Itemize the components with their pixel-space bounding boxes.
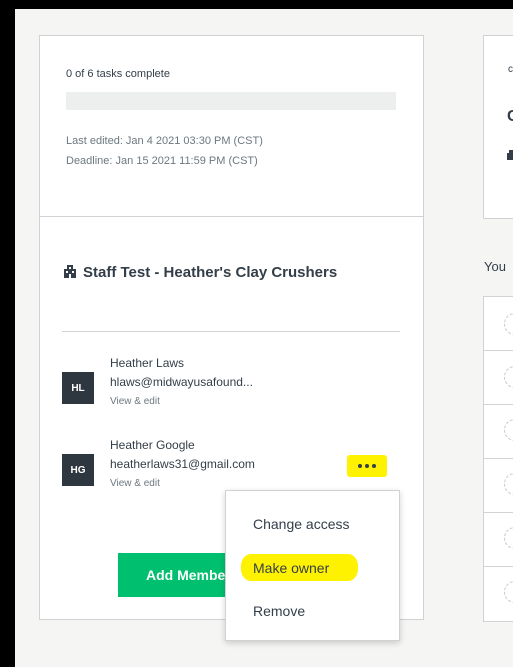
right-card-title: C xyxy=(507,108,513,125)
member-context-menu: Change access Make owner Remove xyxy=(225,490,400,641)
window-frame-top xyxy=(0,0,513,9)
right-list-card xyxy=(483,296,513,622)
right-card: c C xyxy=(483,35,513,219)
row-divider xyxy=(484,458,513,459)
menu-item-label: Change access xyxy=(253,516,350,532)
task-checkbox[interactable] xyxy=(504,473,513,495)
deadline-text: Deadline: Jan 15 2021 11:59 PM (CST) xyxy=(66,155,258,167)
task-checkbox[interactable] xyxy=(504,419,513,441)
right-card-label: c xyxy=(508,64,513,75)
progress-text: 0 of 6 tasks complete xyxy=(66,68,170,80)
more-horizontal-icon xyxy=(365,464,369,468)
card-divider xyxy=(40,216,423,217)
team-title: Staff Test - Heather's Clay Crushers xyxy=(62,260,362,285)
last-edited-text: Last edited: Jan 4 2021 03:30 PM (CST) xyxy=(66,135,263,147)
team-title-text: Staff Test - Heather's Clay Crushers xyxy=(83,264,338,281)
building-icon xyxy=(507,150,513,160)
task-checkbox[interactable] xyxy=(504,366,513,388)
building-icon xyxy=(64,265,76,278)
row-divider xyxy=(484,404,513,405)
member-email: hlaws@midwayusafound... xyxy=(110,375,253,389)
member-email: heatherlaws31@gmail.com xyxy=(110,457,255,471)
view-edit-link[interactable]: View & edit xyxy=(110,396,160,407)
right-section-heading: You xyxy=(484,259,506,274)
window-frame-left xyxy=(0,0,15,667)
row-divider xyxy=(484,566,513,567)
task-checkbox[interactable] xyxy=(504,527,513,549)
row-divider xyxy=(484,350,513,351)
member-name: Heather Laws xyxy=(110,356,185,370)
task-checkbox[interactable] xyxy=(504,581,513,603)
more-options-button[interactable] xyxy=(347,455,387,477)
member-name: Heather Google xyxy=(110,438,195,452)
avatar: HG xyxy=(62,454,94,486)
progress-bar xyxy=(66,92,396,110)
menu-item-label: Make owner xyxy=(253,560,330,576)
menu-item-make-owner[interactable]: Make owner xyxy=(226,553,399,583)
team-divider xyxy=(62,331,400,332)
more-horizontal-icon xyxy=(372,464,376,468)
avatar: HL xyxy=(62,372,94,404)
menu-item-remove[interactable]: Remove xyxy=(226,596,399,626)
menu-item-change-access[interactable]: Change access xyxy=(226,509,399,539)
more-horizontal-icon xyxy=(358,464,362,468)
view-edit-link[interactable]: View & edit xyxy=(110,478,160,489)
task-checkbox[interactable] xyxy=(504,313,513,335)
menu-item-label: Remove xyxy=(253,603,306,619)
row-divider xyxy=(484,512,513,513)
